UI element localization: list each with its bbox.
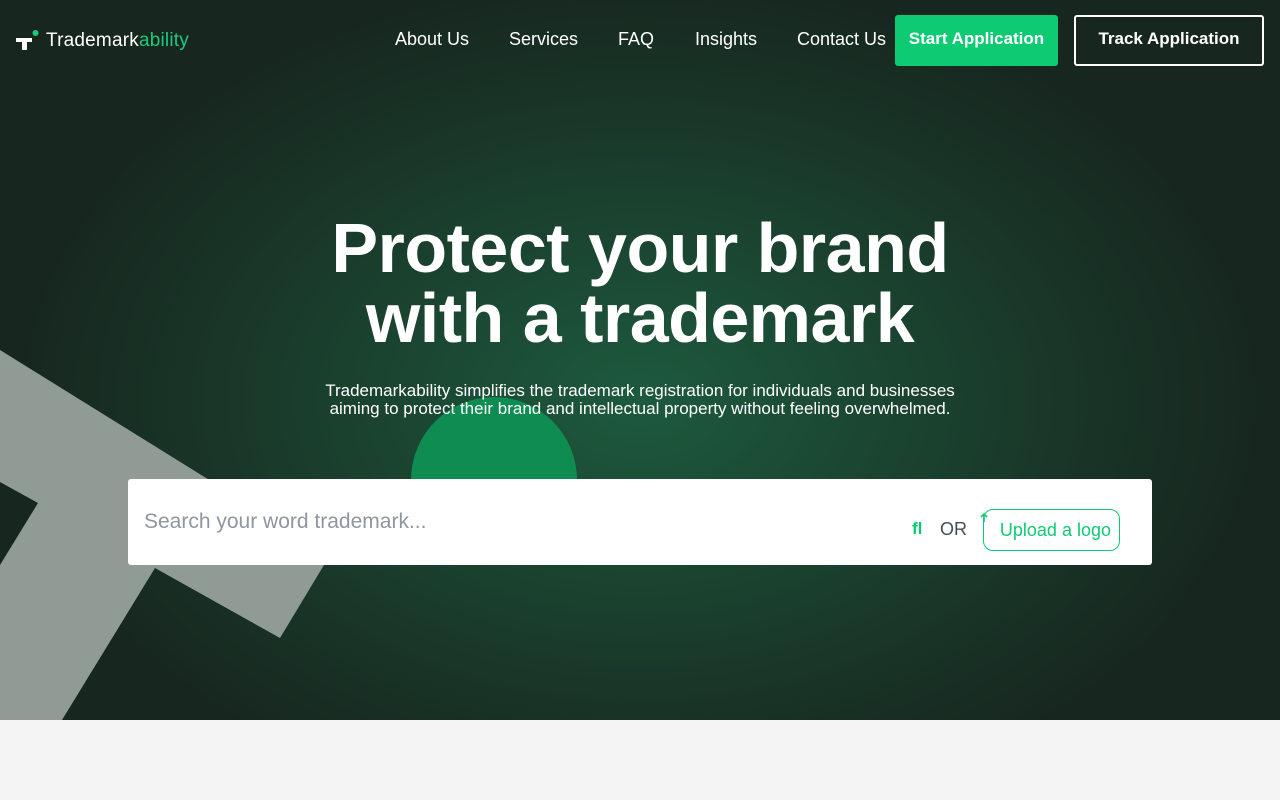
search-input[interactable] [142,499,882,545]
upload-logo-button[interactable]: Upload a logo [983,509,1120,551]
hero-headline-line-1: Protect your brand [331,209,949,287]
trademark-t-icon [16,30,39,50]
brand-name: Trademarkability [46,30,189,52]
nav-link-faq[interactable]: FAQ [618,29,654,50]
hero-subtext: Trademarkability simplifies the trademar… [290,382,990,418]
nav-link-contact-us[interactable]: Contact Us [797,29,886,50]
nav-link-services[interactable]: Services [509,29,578,50]
brand-name-main: Trademark [46,30,139,51]
or-separator: OR [940,519,967,539]
search-icon[interactable]: fl [912,519,926,538]
hero-headline-line-2: with a trademark [365,279,915,357]
upload-arrow-icon [980,513,988,522]
upload-logo-label: Upload a logo [999,519,1111,540]
hero-section: Trademarkability About Us Services FAQ I… [0,0,1280,720]
hero-subtext-line-1: Trademarkability simplifies the trademar… [325,381,955,400]
brand-logo[interactable]: Trademarkability [16,28,189,54]
nav-link-insights[interactable]: Insights [695,29,757,50]
track-application-button[interactable]: Track Application [1074,15,1264,66]
brand-name-accent: ability [138,30,189,51]
top-navigation: Trademarkability About Us Services FAQ I… [0,0,1280,80]
hero-headline: Protect your brand with a trademark [290,213,990,353]
start-application-button[interactable]: Start Application [895,15,1058,66]
nav-link-about-us[interactable]: About Us [395,29,469,50]
trademark-search-bar: fl OR Upload a logo [128,479,1152,565]
page-lower-area [0,720,1280,800]
hero-subtext-line-2: aiming to protect their brand and intell… [329,399,951,418]
decorative-background-shapes [0,350,577,720]
